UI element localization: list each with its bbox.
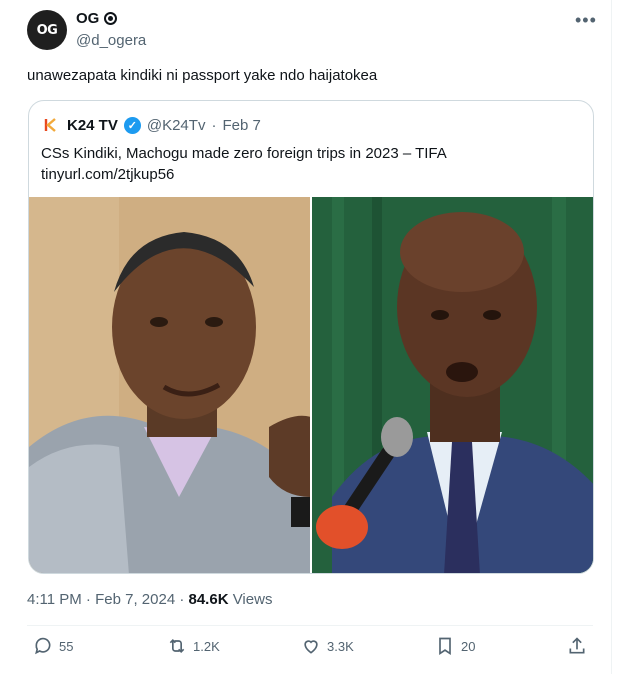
bookmark-count: 20 [461,638,476,654]
author-name[interactable]: OG [76,10,99,27]
repost-button[interactable]: 1.2K [167,636,220,656]
action-bar: 55 1.2K 3.3K 20 [27,636,593,664]
like-count: 3.3K [327,638,354,654]
dot-separator: · [211,116,217,134]
avatar-text: OG [36,22,58,38]
bookmark-icon [439,637,451,656]
quoted-media[interactable] [29,197,593,573]
like-button[interactable]: 3.3K [301,636,354,656]
tweet-time[interactable]: 4:11 PM [27,591,82,608]
quoted-link[interactable]: tinyurl.com/2tjkup56 [41,164,581,185]
author-name-row: OG [76,10,118,27]
repost-icon [169,638,185,654]
affiliate-badge-icon [104,12,118,25]
reply-button[interactable]: 55 [33,636,73,656]
heart-icon [304,640,318,654]
views-count: 84.6K [188,591,229,608]
quoted-tweet-header: K24 TV ✓ @K24Tv · Feb 7 [41,115,261,135]
quoted-date[interactable]: Feb 7 [222,117,260,134]
more-options-icon[interactable]: ••• [575,10,597,31]
k24-logo-icon [41,115,61,135]
reply-icon [35,637,51,655]
author-handle[interactable]: @d_ogera [76,32,146,49]
tweet-date[interactable]: Feb 7, 2024 [95,591,175,608]
meta-separator-2: · [179,591,185,608]
bookmark-button[interactable]: 20 [435,636,475,656]
quoted-text-line: CSs Kindiki, Machogu made zero foreign t… [41,145,447,162]
quoted-author-handle[interactable]: @K24Tv [147,117,206,134]
photo-left[interactable] [29,197,310,573]
photo-right[interactable] [312,197,593,573]
views-label: Views [232,591,273,608]
tweet-text: unawezapata kindiki ni passport yake ndo… [27,67,378,84]
quoted-tweet-text: CSs Kindiki, Machogu made zero foreign t… [41,143,581,185]
share-button[interactable] [567,636,587,656]
reply-count: 55 [59,638,74,654]
tweet-card: OG OG @d_ogera ••• unawezapata kindiki n… [0,0,612,674]
quoted-author-name[interactable]: K24 TV [67,117,118,134]
share-icon [569,637,585,654]
meta-separator: · [85,591,91,608]
avatar[interactable]: OG [27,10,67,50]
tweet-meta: 4:11 PM · Feb 7, 2024 · 84.6K Views [27,591,272,608]
divider [27,625,593,626]
repost-count: 1.2K [193,638,220,654]
quoted-tweet[interactable]: K24 TV ✓ @K24Tv · Feb 7 CSs Kindiki, Mac… [28,100,594,574]
verified-badge-icon: ✓ [123,116,141,134]
